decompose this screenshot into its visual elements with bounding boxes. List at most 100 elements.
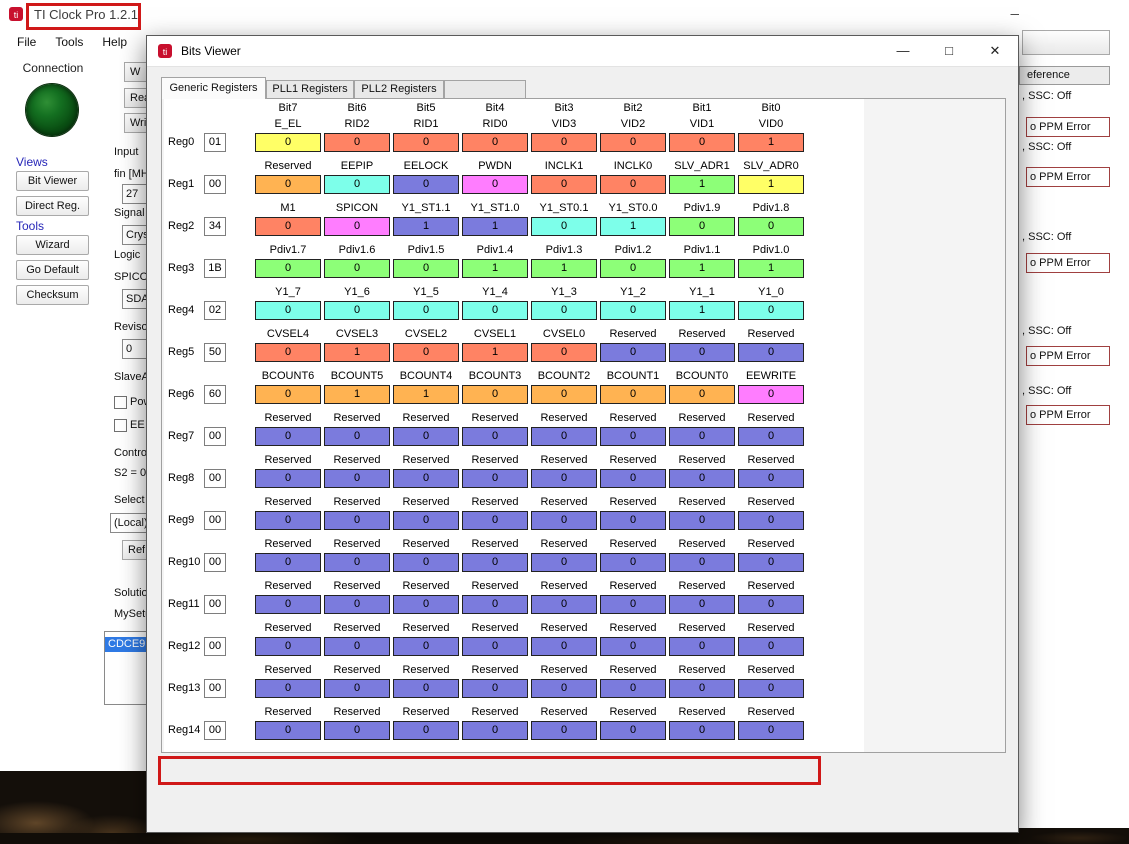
bit-cell-reg13-bit1[interactable]: 0: [669, 679, 735, 698]
bit-cell-reg0-bit4[interactable]: 0: [462, 133, 528, 152]
bit-cell-reg1-bit2[interactable]: 0: [600, 175, 666, 194]
tab-generic-registers[interactable]: Generic Registers: [161, 77, 266, 99]
bit-cell-reg3-bit0[interactable]: 1: [738, 259, 804, 278]
bit-cell-reg1-bit3[interactable]: 0: [531, 175, 597, 194]
bit-cell-reg4-bit0[interactable]: 0: [738, 301, 804, 320]
bit-cell-reg8-bit0[interactable]: 0: [738, 469, 804, 488]
bit-cell-reg13-bit0[interactable]: 0: [738, 679, 804, 698]
bit-cell-reg4-bit6[interactable]: 0: [324, 301, 390, 320]
bit-cell-reg6-bit0[interactable]: 0: [738, 385, 804, 404]
bit-cell-reg2-bit3[interactable]: 0: [531, 217, 597, 236]
bit-cell-reg3-bit1[interactable]: 1: [669, 259, 735, 278]
bit-cell-reg0-bit3[interactable]: 0: [531, 133, 597, 152]
minimize-icon[interactable]: —: [880, 36, 926, 66]
bit-cell-reg5-bit0[interactable]: 0: [738, 343, 804, 362]
bit-cell-reg11-bit6[interactable]: 0: [324, 595, 390, 614]
checkbox-icon[interactable]: [114, 418, 127, 432]
bit-cell-reg1-bit0[interactable]: 1: [738, 175, 804, 194]
tab-pll2-registers[interactable]: PLL2 Registers: [354, 80, 444, 99]
bit-cell-reg0-bit6[interactable]: 0: [324, 133, 390, 152]
bit-cell-reg9-bit1[interactable]: 0: [669, 511, 735, 530]
bit-cell-reg8-bit1[interactable]: 0: [669, 469, 735, 488]
bit-cell-reg10-bit4[interactable]: 0: [462, 553, 528, 572]
bit-cell-reg11-bit2[interactable]: 0: [600, 595, 666, 614]
bit-cell-reg7-bit5[interactable]: 0: [393, 427, 459, 446]
reg-hex-reg4[interactable]: 02: [204, 301, 226, 320]
bit-cell-reg9-bit2[interactable]: 0: [600, 511, 666, 530]
bit-cell-reg10-bit1[interactable]: 0: [669, 553, 735, 572]
bit-cell-reg14-bit2[interactable]: 0: [600, 721, 666, 740]
bit-cell-reg14-bit1[interactable]: 0: [669, 721, 735, 740]
maximize-icon[interactable]: □: [926, 36, 972, 66]
bit-cell-reg0-bit2[interactable]: 0: [600, 133, 666, 152]
reg-hex-reg8[interactable]: 00: [204, 469, 226, 488]
bit-cell-reg3-bit6[interactable]: 0: [324, 259, 390, 278]
button-bit-viewer[interactable]: Bit Viewer: [16, 171, 89, 191]
button-direct-reg[interactable]: Direct Reg.: [16, 196, 89, 216]
bit-cell-reg2-bit7[interactable]: 0: [255, 217, 321, 236]
bit-cell-reg11-bit3[interactable]: 0: [531, 595, 597, 614]
bit-cell-reg2-bit5[interactable]: 1: [393, 217, 459, 236]
bit-cell-reg5-bit6[interactable]: 1: [324, 343, 390, 362]
bit-cell-reg12-bit2[interactable]: 0: [600, 637, 666, 656]
bit-cell-reg13-bit7[interactable]: 0: [255, 679, 321, 698]
reg-hex-reg7[interactable]: 00: [204, 427, 226, 446]
bit-cell-reg14-bit0[interactable]: 0: [738, 721, 804, 740]
menu-item-file[interactable]: File: [8, 33, 46, 51]
bit-cell-reg14-bit4[interactable]: 0: [462, 721, 528, 740]
reg-hex-reg0[interactable]: 01: [204, 133, 226, 152]
bit-cell-reg12-bit3[interactable]: 0: [531, 637, 597, 656]
bit-cell-reg13-bit2[interactable]: 0: [600, 679, 666, 698]
bit-cell-reg3-bit2[interactable]: 0: [600, 259, 666, 278]
bit-cell-reg5-bit2[interactable]: 0: [600, 343, 666, 362]
bit-cell-reg7-bit0[interactable]: 0: [738, 427, 804, 446]
bit-cell-reg12-bit1[interactable]: 0: [669, 637, 735, 656]
bit-cell-reg5-bit7[interactable]: 0: [255, 343, 321, 362]
bit-cell-reg5-bit3[interactable]: 0: [531, 343, 597, 362]
reg-hex-reg12[interactable]: 00: [204, 637, 226, 656]
dialog-title-bar[interactable]: ti Bits Viewer — □ ✕: [147, 36, 1018, 67]
bit-cell-reg10-bit3[interactable]: 0: [531, 553, 597, 572]
bit-cell-reg8-bit3[interactable]: 0: [531, 469, 597, 488]
tab-pll1-registers[interactable]: PLL1 Registers: [266, 80, 354, 99]
bit-cell-reg12-bit6[interactable]: 0: [324, 637, 390, 656]
bit-cell-reg3-bit3[interactable]: 1: [531, 259, 597, 278]
bit-cell-reg9-bit4[interactable]: 0: [462, 511, 528, 530]
reg-hex-reg10[interactable]: 00: [204, 553, 226, 572]
bit-cell-reg6-bit3[interactable]: 0: [531, 385, 597, 404]
bit-cell-reg6-bit5[interactable]: 1: [393, 385, 459, 404]
bit-cell-reg2-bit2[interactable]: 1: [600, 217, 666, 236]
bit-cell-reg11-bit4[interactable]: 0: [462, 595, 528, 614]
bit-cell-reg7-bit6[interactable]: 0: [324, 427, 390, 446]
reg-hex-reg1[interactable]: 00: [204, 175, 226, 194]
bit-cell-reg7-bit4[interactable]: 0: [462, 427, 528, 446]
reg-hex-reg6[interactable]: 60: [204, 385, 226, 404]
bit-cell-reg6-bit1[interactable]: 0: [669, 385, 735, 404]
bit-cell-reg13-bit4[interactable]: 0: [462, 679, 528, 698]
bit-cell-reg0-bit7[interactable]: 0: [255, 133, 321, 152]
bit-cell-reg9-bit5[interactable]: 0: [393, 511, 459, 530]
bit-cell-reg8-bit7[interactable]: 0: [255, 469, 321, 488]
bit-cell-reg9-bit6[interactable]: 0: [324, 511, 390, 530]
bit-cell-reg5-bit4[interactable]: 1: [462, 343, 528, 362]
bit-cell-reg14-bit3[interactable]: 0: [531, 721, 597, 740]
bit-cell-reg7-bit1[interactable]: 0: [669, 427, 735, 446]
bit-cell-reg4-bit4[interactable]: 0: [462, 301, 528, 320]
bit-cell-reg1-bit1[interactable]: 1: [669, 175, 735, 194]
bit-cell-reg7-bit2[interactable]: 0: [600, 427, 666, 446]
bit-cell-reg5-bit1[interactable]: 0: [669, 343, 735, 362]
bit-cell-reg0-bit5[interactable]: 0: [393, 133, 459, 152]
bit-cell-reg3-bit5[interactable]: 0: [393, 259, 459, 278]
bit-cell-reg11-bit7[interactable]: 0: [255, 595, 321, 614]
bit-cell-reg7-bit3[interactable]: 0: [531, 427, 597, 446]
bit-cell-reg12-bit0[interactable]: 0: [738, 637, 804, 656]
bit-cell-reg14-bit6[interactable]: 0: [324, 721, 390, 740]
bit-cell-reg3-bit7[interactable]: 0: [255, 259, 321, 278]
reg-hex-reg5[interactable]: 50: [204, 343, 226, 362]
bit-cell-reg12-bit7[interactable]: 0: [255, 637, 321, 656]
bit-cell-reg10-bit5[interactable]: 0: [393, 553, 459, 572]
reg-hex-reg13[interactable]: 00: [204, 679, 226, 698]
bit-cell-reg0-bit0[interactable]: 1: [738, 133, 804, 152]
bit-cell-reg10-bit2[interactable]: 0: [600, 553, 666, 572]
bit-cell-reg11-bit1[interactable]: 0: [669, 595, 735, 614]
